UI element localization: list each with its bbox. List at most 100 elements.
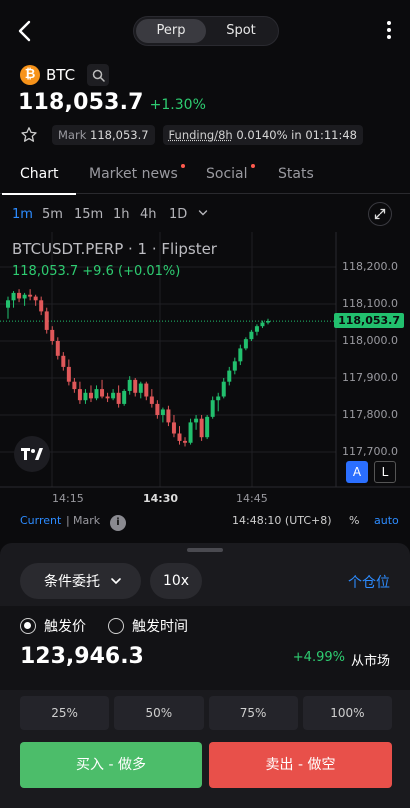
candle-body (266, 321, 270, 323)
symbol-name[interactable]: BTC (46, 66, 75, 84)
chart-title: BTCUSDT.PERP · 1 · Flipster (12, 240, 217, 258)
tab-social[interactable]: Social (206, 158, 255, 194)
chevron-down-icon (111, 578, 121, 585)
candle-body (17, 292, 22, 299)
candle-body (66, 366, 71, 382)
y-tick-label: 117,900.0 (342, 371, 398, 384)
candle-body (260, 322, 265, 327)
y-tick-label: 118,100.0 (342, 297, 398, 310)
funding-label[interactable]: Funding/8h (169, 128, 233, 142)
info-icon[interactable]: i (110, 515, 126, 531)
tab-market-news[interactable]: Market news (89, 158, 185, 194)
mark-toggle[interactable]: Mark (73, 514, 100, 527)
sheet-drag-handle[interactable] (187, 548, 223, 552)
candle-body (88, 392, 93, 399)
timeframe-1d[interactable]: 1D (169, 207, 187, 222)
size-percent-row: 25% 50% 75% 100% (20, 696, 392, 730)
auto-toggle[interactable]: auto (374, 514, 399, 527)
candle-body (227, 370, 232, 382)
x-tick-label: 14:30 (143, 492, 179, 505)
notification-dot (250, 164, 255, 168)
x-tick-label: 14:45 (236, 492, 268, 505)
leverage-button[interactable]: 10x (150, 563, 202, 599)
notification-dot (180, 164, 185, 168)
search-icon (92, 69, 105, 82)
more-options-icon[interactable] (386, 20, 392, 40)
candle-body (171, 422, 176, 434)
candle-body (188, 422, 193, 443)
trigger-time-label[interactable]: 触发时间 (132, 616, 188, 636)
chart-last-price-line: 118,053.7 +9.6 (+0.01%) (12, 264, 181, 279)
candle-body (210, 400, 215, 417)
segment-spot[interactable]: Spot (206, 19, 276, 43)
candle-body (194, 418, 199, 423)
candle-body (116, 392, 121, 404)
percent-100-button[interactable]: 100% (302, 696, 392, 730)
candle-body (100, 389, 105, 397)
timeframe-1h[interactable]: 1h (113, 207, 130, 222)
candle-body (44, 311, 49, 330)
chart-time: 14:48:10 (UTC+8) (232, 514, 332, 527)
log-scale-button[interactable]: L (374, 461, 396, 483)
content-tabs: Chart Market news Social Stats (0, 158, 410, 195)
timeframe-4h[interactable]: 4h (140, 207, 157, 222)
order-type-dropdown[interactable]: 条件委托 (20, 563, 141, 599)
funding-in: in (291, 128, 302, 142)
trigger-time-radio[interactable] (108, 618, 124, 634)
candle-body (55, 341, 60, 356)
candle-body (199, 418, 204, 438)
info-row: Mark 118,053.7 Funding/8h 0.0140% in 01:… (20, 124, 363, 146)
funding-chip[interactable]: Funding/8h 0.0140% in 01:11:48 (162, 125, 363, 145)
candle-body (39, 300, 44, 312)
candle-body (144, 383, 149, 397)
percent-25-button[interactable]: 25% (20, 696, 110, 730)
timeframe-15m[interactable]: 15m (74, 207, 103, 222)
candle-body (72, 381, 77, 390)
candle-body (238, 348, 243, 362)
tab-chart[interactable]: Chart (1, 158, 78, 195)
candle-body (149, 396, 154, 404)
symbol-search-button[interactable] (87, 64, 110, 86)
sell-short-button[interactable]: 卖出 - 做空 (209, 742, 392, 788)
chevron-down-icon[interactable] (198, 208, 208, 218)
trigger-diff-from: 从市场 (350, 654, 390, 669)
top-bar: Perp Spot (0, 0, 410, 62)
candle-body (243, 339, 248, 349)
candle-body (11, 292, 16, 301)
funding-value: 0.0140% (236, 128, 288, 142)
candle-body (28, 294, 33, 297)
star-icon[interactable] (20, 126, 38, 144)
tab-stats-label: Stats (278, 166, 314, 182)
percent-50-button[interactable]: 50% (114, 696, 204, 730)
current-price-tag: 118,053.7 (334, 313, 404, 328)
y-tick-label: 118,000.0 (342, 334, 398, 347)
trigger-price-label[interactable]: 触发价 (44, 616, 86, 636)
tab-social-label: Social (206, 166, 248, 182)
timeframe-1m[interactable]: 1m (12, 207, 33, 222)
positions-link[interactable]: 个仓位 (348, 572, 390, 592)
symbol-row: ₿ BTC (20, 64, 110, 86)
candle-body (122, 390, 127, 404)
buy-long-button[interactable]: 买入 - 做多 (20, 742, 202, 788)
candle-body (232, 361, 237, 371)
back-arrow-icon[interactable] (14, 18, 36, 44)
candle-body (105, 396, 110, 399)
auto-scale-button[interactable]: A (346, 461, 368, 483)
tradingview-logo-icon[interactable] (14, 436, 50, 472)
fullscreen-button[interactable] (368, 202, 392, 226)
candle-body (160, 409, 165, 415)
btc-logo-icon: ₿ (20, 65, 40, 85)
current-toggle[interactable]: Current (20, 514, 61, 527)
trigger-price-radio[interactable] (20, 618, 36, 634)
trigger-price-input[interactable]: 123,946.3 (20, 644, 144, 669)
timeframe-bar: 1m 5m 15m 1h 4h 1D (0, 200, 410, 228)
percent-75-button[interactable]: 75% (208, 696, 298, 730)
tab-stats[interactable]: Stats (278, 158, 314, 194)
segment-perp[interactable]: Perp (136, 19, 206, 43)
trigger-diff: +4.99% 从市场 (293, 650, 390, 669)
timeframe-5m[interactable]: 5m (42, 207, 63, 222)
percent-toggle[interactable]: % (349, 514, 359, 527)
candle-body (221, 381, 226, 397)
candle-body (133, 379, 138, 393)
tab-market-news-label: Market news (89, 166, 178, 182)
